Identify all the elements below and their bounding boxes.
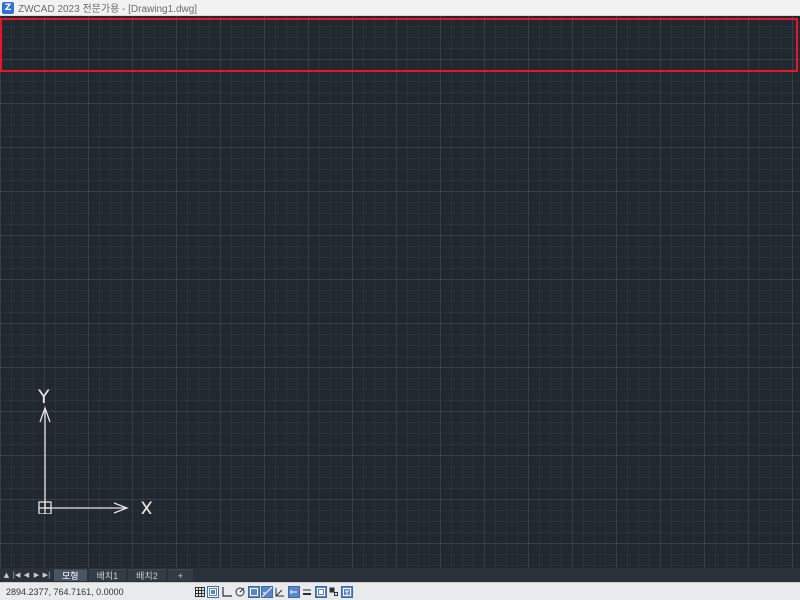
lineweight-icon[interactable]	[301, 586, 313, 598]
ucs-axis-icon: Y X	[37, 386, 153, 514]
model-space-icon[interactable]	[314, 585, 327, 598]
tab-layout1[interactable]: 배치1	[88, 569, 127, 581]
zwcad-logo-icon: Z	[2, 1, 14, 14]
first-tab-button[interactable]: |◀	[12, 570, 21, 580]
polar-icon[interactable]	[234, 586, 246, 598]
layout-tabs-bar: ▲ |◀ ◀ ▶ ▶| 모형 배치1 배치2 +	[0, 568, 800, 582]
tab-model[interactable]: 모형	[54, 569, 87, 581]
last-tab-button[interactable]: ▶|	[42, 570, 51, 580]
object-track-icon[interactable]	[260, 585, 273, 598]
highlighted-toolbar-region[interactable]	[0, 18, 798, 72]
prev-tab-button[interactable]: ◀	[22, 570, 31, 580]
axis-y-label: Y	[37, 386, 50, 408]
window-title: ZWCAD 2023 전문가용 - [Drawing1.dwg]	[18, 4, 198, 15]
snap-icon[interactable]	[207, 585, 220, 598]
tab-layout2[interactable]: 배치2	[128, 569, 166, 581]
title-bar: Z ZWCAD 2023 전문가용 - [Drawing1.dwg]	[0, 0, 800, 16]
axis-x-label: X	[140, 498, 153, 514]
tabs-menu-button[interactable]: ▲	[2, 570, 11, 580]
dynamic-ucs-icon[interactable]	[274, 586, 286, 598]
cursor-coordinates: 2894.2377, 764.7161, 0.0000	[6, 586, 124, 597]
object-snap-icon[interactable]	[247, 585, 260, 598]
status-bar: 2894.2377, 764.7161, 0.0000	[0, 582, 800, 600]
selection-cycling-icon[interactable]	[328, 586, 340, 598]
ortho-icon[interactable]	[221, 586, 233, 598]
grid-icon[interactable]	[194, 586, 206, 598]
dynamic-input-icon[interactable]	[287, 585, 300, 598]
add-layout-tab-button[interactable]: +	[167, 569, 193, 581]
status-toggles	[194, 585, 355, 598]
next-tab-button[interactable]: ▶	[32, 570, 41, 580]
annotation-monitor-icon[interactable]	[341, 585, 354, 598]
drawing-canvas[interactable]: Y X	[0, 16, 800, 568]
